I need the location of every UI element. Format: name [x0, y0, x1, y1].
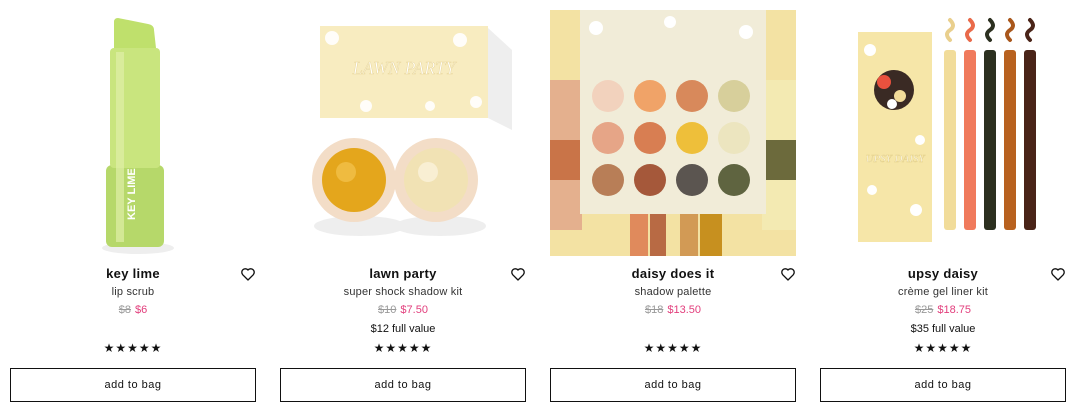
heart-icon[interactable]	[780, 266, 796, 282]
product-subtitle: lip scrub	[111, 286, 155, 298]
product-name[interactable]: key lime	[10, 266, 256, 281]
add-to-bag-button[interactable]: add to bag	[550, 368, 796, 402]
product-grid: KEY LIME key lime lip scrub $8 $6 ★★★★★ a…	[0, 0, 1080, 410]
product-card: KEY LIME key lime lip scrub $8 $6 ★★★★★ a…	[0, 0, 270, 410]
product-card: daisy does it shadow palette $18 $13.50 ★…	[540, 0, 810, 410]
product-card: LAWN PARTY lawn party super shock shadow…	[270, 0, 540, 410]
price: $18 $13.50	[550, 304, 796, 316]
original-price: $10	[378, 304, 397, 316]
full-value: $12 full value	[370, 323, 436, 335]
box-title-text: LAWN PARTY	[352, 58, 458, 78]
product-name[interactable]: lawn party	[280, 266, 526, 281]
rating-stars: ★★★★★	[643, 341, 703, 355]
heart-icon[interactable]	[1050, 266, 1066, 282]
product-image[interactable]	[550, 10, 796, 256]
original-price: $18	[644, 304, 664, 316]
original-price: $25	[914, 304, 934, 316]
heart-icon[interactable]	[510, 266, 526, 282]
sale-price: $7.50	[400, 304, 428, 316]
product-image[interactable]: UPSY DAISY	[820, 10, 1066, 256]
heart-icon[interactable]	[240, 266, 256, 282]
product-subtitle: shadow palette	[634, 286, 712, 298]
price: $10 $7.50	[280, 304, 526, 316]
product-card: UPSY DAISY upsy daisy crème gel liner ki…	[810, 0, 1080, 410]
add-to-bag-button[interactable]: add to bag	[10, 368, 256, 402]
sale-price: $13.50	[667, 304, 701, 316]
tube-label-text: KEY LIME	[126, 168, 138, 220]
rating-stars: ★★★★★	[913, 341, 973, 355]
product-subtitle: crème gel liner kit	[898, 286, 988, 298]
price: $8 $6	[10, 304, 256, 316]
original-price: $8	[118, 304, 131, 316]
product-name[interactable]: daisy does it	[550, 266, 796, 281]
full-value: $35 full value	[910, 323, 976, 335]
add-to-bag-button[interactable]: add to bag	[280, 368, 526, 402]
product-image[interactable]: LAWN PARTY	[280, 10, 526, 256]
price: $25 $18.75	[820, 304, 1066, 316]
sale-price: $6	[135, 304, 148, 316]
product-subtitle: super shock shadow kit	[343, 286, 463, 298]
rating-stars: ★★★★★	[373, 341, 433, 355]
box-title-text: UPSY DAISY	[866, 153, 927, 165]
product-image[interactable]: KEY LIME	[10, 10, 256, 256]
sale-price: $18.75	[937, 304, 971, 316]
product-name[interactable]: upsy daisy	[820, 266, 1066, 281]
rating-stars: ★★★★★	[103, 341, 163, 355]
add-to-bag-button[interactable]: add to bag	[820, 368, 1066, 402]
